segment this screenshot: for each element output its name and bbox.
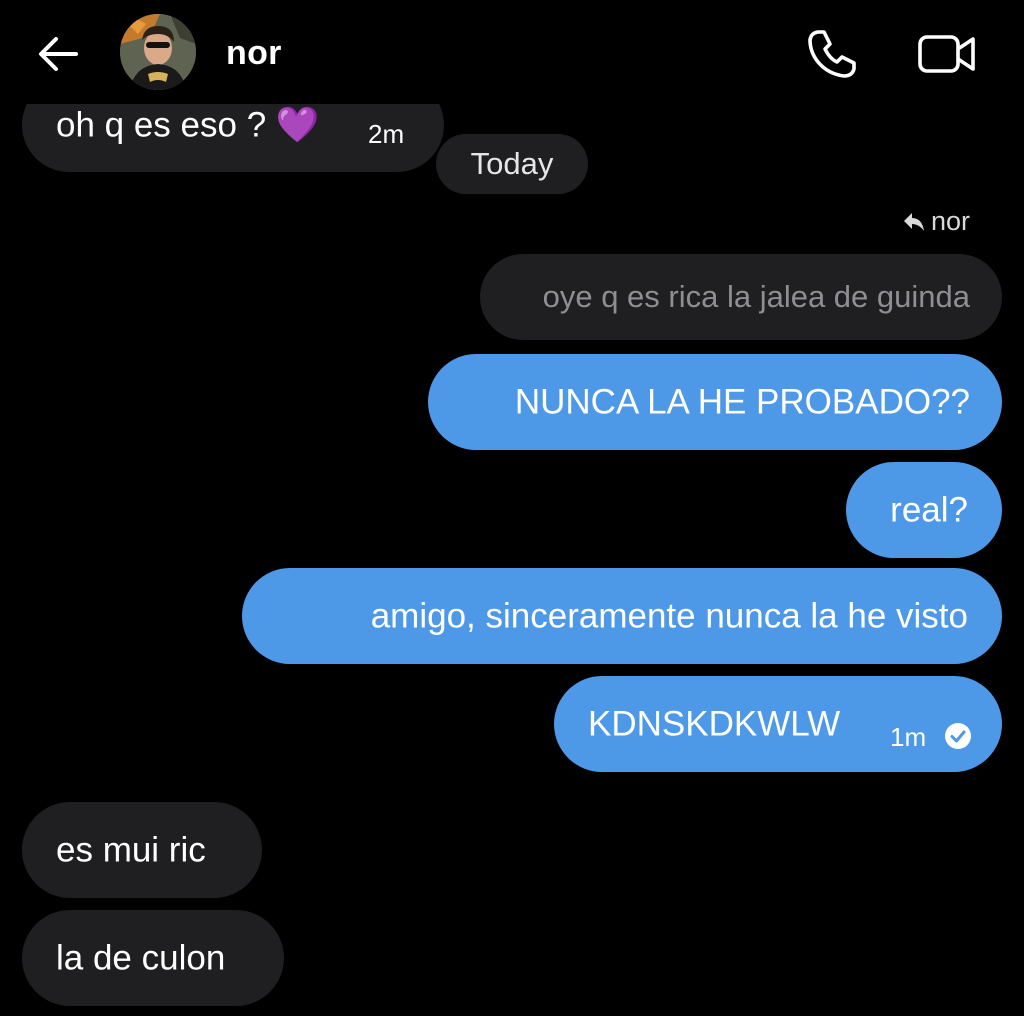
message-text: es mui ric — [56, 830, 206, 870]
message-text: real? — [890, 490, 968, 530]
message-text: NUNCA LA HE PROBADO?? — [514, 382, 970, 422]
arrow-left-icon — [39, 37, 78, 71]
message-bubble[interactable]: es mui ric — [22, 802, 262, 898]
voice-call-button[interactable] — [804, 26, 860, 82]
date-separator: Today — [436, 134, 588, 194]
message-time: 1m — [890, 722, 927, 752]
message-bubble[interactable]: KDNSKDKWLW 1m — [554, 676, 1002, 772]
message-text: amigo, sinceramente nunca la he visto — [370, 596, 968, 636]
read-receipt-icon — [945, 723, 971, 749]
message-bubble[interactable]: amigo, sinceramente nunca la he visto — [242, 568, 1002, 664]
reply-to-name: nor — [930, 206, 970, 236]
message-bubble[interactable]: la de culon — [22, 910, 284, 1006]
avatar[interactable] — [120, 14, 196, 90]
reply-indicator: nor — [903, 206, 970, 237]
message-time: 2m — [368, 119, 405, 149]
reply-icon — [903, 212, 924, 231]
back-button[interactable] — [34, 30, 82, 78]
contact-name[interactable]: nor — [226, 34, 282, 73]
quoted-message[interactable]: oye q es rica la jalea de guinda — [480, 254, 1002, 340]
message-text: oh q es eso ? 💜 — [56, 105, 320, 145]
message-text: KDNSKDKWLW — [588, 704, 841, 744]
video-camera-icon — [918, 35, 975, 73]
message-text: la de culon — [56, 938, 226, 978]
chat-header: nor — [0, 0, 1024, 104]
quoted-text: oye q es rica la jalea de guinda — [542, 279, 970, 314]
message-bubble[interactable]: real? — [846, 462, 1002, 558]
phone-icon — [808, 30, 856, 78]
video-call-button[interactable] — [916, 28, 978, 80]
message-bubble[interactable]: NUNCA LA HE PROBADO?? — [428, 354, 1002, 450]
